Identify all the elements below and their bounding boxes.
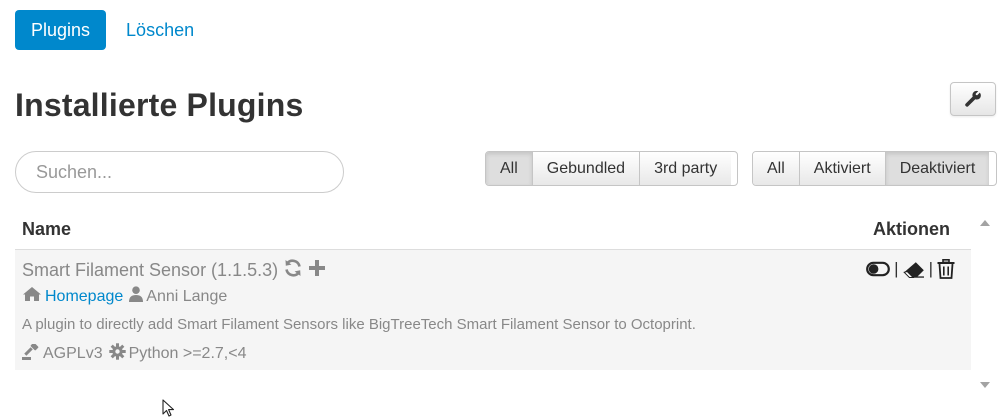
filter-state-all[interactable]: All (753, 152, 799, 185)
plugin-description: A plugin to directly add Smart Filament … (22, 316, 696, 333)
table-row: Smart Filament Sensor (1.1.5.3) Homepage… (15, 250, 971, 370)
action-separator: | (928, 259, 933, 278)
state-filter-group: All Aktiviert Deaktiviert (752, 151, 997, 186)
uninstall-button[interactable] (937, 259, 955, 279)
plugin-python-requirement: Python >=2.7,<4 (128, 345, 247, 362)
homepage-link[interactable]: Homepage (45, 288, 123, 306)
scroll-up-arrow-icon[interactable] (980, 220, 990, 226)
column-header-actions: Aktionen (872, 219, 950, 239)
source-filter-group: All Gebundled 3rd party (485, 151, 738, 186)
toggle-button[interactable] (866, 261, 891, 277)
filter-source-all[interactable]: All (486, 152, 532, 185)
row-actions: | | (866, 259, 955, 279)
user-icon (129, 286, 144, 307)
settings-button[interactable] (950, 82, 996, 116)
plugin-title-line: Smart Filament Sensor (1.1.5.3) (22, 258, 326, 283)
plugin-meta-tech: AGPLv3 Python >=2.7,<4 (22, 342, 247, 365)
table-scrollbar[interactable] (976, 210, 994, 400)
gavel-icon (22, 342, 40, 365)
cleanup-button[interactable] (902, 261, 925, 278)
gear-icon (108, 343, 126, 365)
search-input[interactable] (15, 151, 344, 193)
filter-state-disabled[interactable]: Deaktiviert (884, 152, 990, 185)
tab-loeschen[interactable]: Löschen (110, 10, 210, 50)
toggle-off-icon (866, 261, 891, 277)
column-header-name: Name (22, 219, 72, 239)
refresh-icon (283, 258, 303, 283)
plugin-meta-links: Homepage Anni Lange (22, 286, 227, 307)
action-separator: | (894, 259, 899, 278)
home-icon (22, 286, 42, 307)
page-title: Installierte Plugins (15, 87, 304, 123)
filter-source-3rd-party[interactable]: 3rd party (639, 152, 732, 185)
filter-source-bundled[interactable]: Gebundled (531, 152, 640, 185)
table-header: Name Aktionen (15, 210, 971, 250)
mouse-cursor-icon (162, 399, 175, 417)
tab-plugins[interactable]: Plugins (15, 10, 107, 50)
nav-tabs: Plugins Löschen (15, 10, 210, 50)
plugin-title: Smart Filament Sensor (1.1.5.3) (22, 260, 279, 280)
plugin-license: AGPLv3 (43, 345, 103, 362)
scroll-down-arrow-icon[interactable] (980, 382, 990, 388)
plugin-author: Anni Lange (146, 287, 228, 305)
wrench-icon (965, 90, 981, 107)
plugin-table: Name Aktionen Smart Filament Sensor (1.1… (15, 210, 971, 370)
eraser-icon (902, 261, 924, 278)
trash-icon (937, 259, 955, 279)
filter-state-enabled[interactable]: Aktiviert (798, 152, 885, 185)
plus-icon (308, 259, 326, 282)
